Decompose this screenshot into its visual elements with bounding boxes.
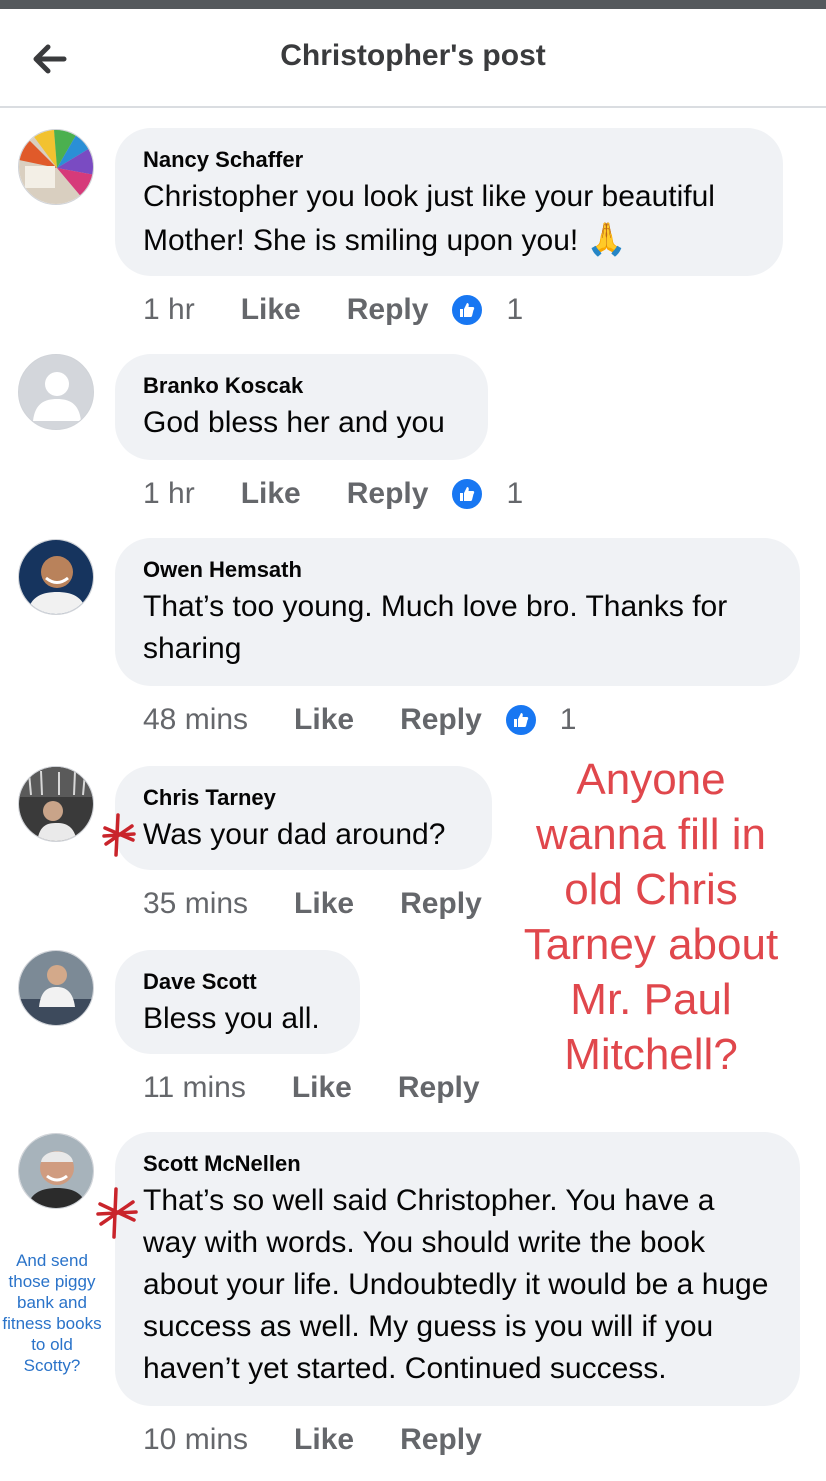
like-button[interactable]: Like: [294, 884, 354, 924]
reply-button[interactable]: Reply: [400, 1420, 482, 1460]
comment-text: Bless you all.: [143, 1002, 320, 1035]
comment-timestamp: 35 mins: [143, 887, 249, 921]
like-button[interactable]: Like: [241, 474, 301, 514]
reply-button[interactable]: Reply: [400, 884, 482, 924]
like-button[interactable]: Like: [294, 700, 354, 740]
reply-button[interactable]: Reply: [347, 290, 429, 330]
comment-bubble: Branko Koscak God bless her and you: [115, 354, 488, 460]
comment-author[interactable]: Owen Hemsath: [143, 556, 772, 584]
like-reaction-icon[interactable]: [450, 293, 485, 328]
comment-text: That’s so well said Christopher. You hav…: [143, 1184, 769, 1385]
comment-actions: 35 mins Like Reply: [143, 883, 528, 923]
reply-button[interactable]: Reply: [400, 700, 482, 740]
red-asterisk-mark: [96, 1187, 138, 1239]
reaction-count[interactable]: 1: [506, 474, 523, 514]
reply-button[interactable]: Reply: [398, 1068, 480, 1108]
comment-text: Was your dad around?: [143, 818, 446, 851]
comment-bubble: Scott McNellen That’s so well said Chris…: [115, 1132, 800, 1406]
comment-author[interactable]: Scott McNellen: [143, 1150, 772, 1178]
comment-bubble: Owen Hemsath That’s too young. Much love…: [115, 538, 800, 686]
like-reaction-icon[interactable]: [503, 703, 538, 738]
avatar[interactable]: [18, 766, 94, 842]
red-asterisk-mark: [102, 813, 136, 857]
avatar[interactable]: [18, 1133, 94, 1209]
comment-actions: 48 mins Like Reply 1: [143, 699, 576, 739]
post-header: Christopher's post: [0, 9, 826, 108]
comment-actions: 1 hr Like Reply 1: [143, 473, 523, 513]
reaction-count[interactable]: 1: [506, 290, 523, 330]
comment-bubble: Dave Scott Bless you all.: [115, 950, 360, 1054]
comment-timestamp: 1 hr: [143, 293, 195, 327]
reply-button[interactable]: Reply: [347, 474, 429, 514]
avatar[interactable]: [18, 539, 94, 615]
avatar[interactable]: [18, 354, 94, 430]
comment-author[interactable]: Chris Tarney: [143, 784, 464, 812]
comment-timestamp: 48 mins: [143, 703, 249, 737]
comment-timestamp: 11 mins: [143, 1071, 246, 1105]
comment-timestamp: 1 hr: [143, 477, 195, 511]
comment-author[interactable]: Branko Koscak: [143, 372, 460, 400]
like-reaction-icon[interactable]: [450, 477, 485, 512]
blue-annotation-note: And send those piggy bank and fitness bo…: [2, 1251, 102, 1375]
comment-bubble: Nancy Schaffer Christopher you look just…: [115, 128, 783, 276]
comment-timestamp: 10 mins: [143, 1423, 249, 1457]
comment-actions: 10 mins Like Reply: [143, 1419, 528, 1459]
comment-author[interactable]: Nancy Schaffer: [143, 146, 755, 174]
red-annotation-note: Anyone wanna fill in old Chris Tarney ab…: [523, 755, 779, 1079]
comment-text: God bless her and you: [143, 406, 445, 439]
like-button[interactable]: Like: [292, 1068, 352, 1108]
comment-actions: 11 mins Like Reply: [143, 1067, 526, 1107]
comment-author[interactable]: Dave Scott: [143, 968, 332, 996]
like-button[interactable]: Like: [241, 290, 301, 330]
page-title: Christopher's post: [280, 39, 546, 72]
comment-text: Christopher you look just like your beau…: [143, 180, 715, 257]
reaction-count[interactable]: 1: [560, 700, 577, 740]
comment-bubble: Chris Tarney Was your dad around?: [115, 766, 492, 870]
avatar[interactable]: [18, 950, 94, 1026]
like-button[interactable]: Like: [294, 1420, 354, 1460]
folded-hands-emoji: 🙏: [586, 221, 627, 257]
comment-text: That’s too young. Much love bro. Thanks …: [143, 590, 728, 665]
comment-actions: 1 hr Like Reply 1: [143, 289, 523, 329]
avatar[interactable]: [18, 129, 94, 205]
status-bar-strip: [0, 0, 826, 9]
